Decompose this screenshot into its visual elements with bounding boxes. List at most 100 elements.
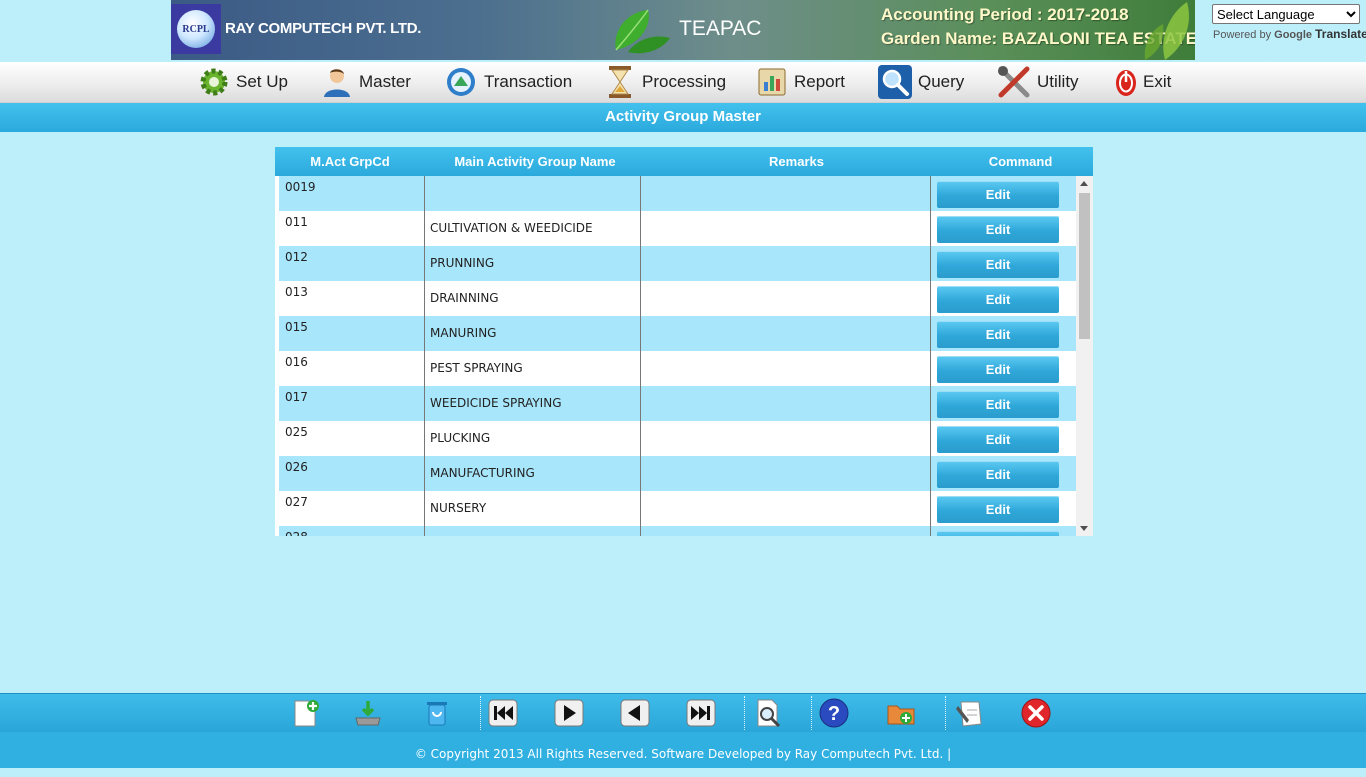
table-row: 013 DRAINNING Edit [279, 281, 1076, 317]
edit-button[interactable]: Edit [937, 391, 1059, 418]
cell-command: Edit [930, 491, 1076, 526]
company-logo: RCPL [171, 4, 221, 54]
cell-command: Edit [930, 281, 1076, 316]
powered-by-google: Powered by Google Translate [1213, 27, 1366, 41]
menu-label: Query [918, 72, 965, 91]
menu-setup[interactable]: Set Up [198, 62, 288, 102]
toolbar-separator [811, 696, 812, 730]
gear-icon [200, 68, 228, 96]
hourglass-icon [609, 66, 631, 98]
menu-query[interactable]: Query [878, 62, 964, 102]
menu-exit[interactable]: Exit [1115, 62, 1171, 102]
language-select[interactable]: Select Language [1212, 4, 1360, 24]
cell-activity-name [424, 526, 640, 536]
cell-remarks [640, 211, 930, 246]
company-name: RAY COMPUTECH PVT. LTD. [225, 20, 422, 37]
menu-transaction[interactable]: Transaction [444, 62, 572, 102]
grid-body: 0019 Edit 011 CULTIVATION & WEEDICIDE Edit 01… [279, 176, 1076, 536]
toolbar-separator [744, 696, 745, 730]
cell-remarks [640, 491, 930, 526]
table-row: 017 WEEDICIDE SPRAYING Edit [279, 386, 1076, 422]
cell-activity-code: 028 [279, 526, 424, 536]
header-banner: RCPL RAY COMPUTECH PVT. LTD. TEAPAC Acco… [171, 0, 1195, 60]
next-record-icon[interactable] [554, 698, 584, 728]
column-header-remarks: Remarks [769, 154, 824, 169]
cell-activity-code: 013 [285, 285, 308, 299]
edit-button[interactable]: Edit [937, 496, 1059, 523]
column-header-name: Main Activity Group Name [454, 154, 616, 169]
cell-remarks [640, 421, 930, 456]
tools-icon [998, 66, 1030, 98]
cell-remarks [640, 316, 930, 351]
new-icon[interactable] [291, 698, 321, 728]
find-icon[interactable] [753, 698, 783, 728]
footer-copyright: © Copyright 2013 All Rights Reserved. So… [0, 732, 1366, 768]
power-icon [1116, 70, 1136, 96]
transaction-icon [447, 68, 475, 96]
edit-button[interactable]: Edit [937, 251, 1059, 278]
edit-button[interactable]: Edit [937, 426, 1059, 453]
help-icon[interactable]: ? [819, 698, 849, 728]
translate-link[interactable]: Translate [1315, 27, 1366, 41]
cell-command: Edit [930, 386, 1076, 421]
add-folder-icon[interactable] [886, 698, 916, 728]
cell-activity-name: PEST SPRAYING [424, 351, 640, 386]
cell-command: Edit [930, 526, 1076, 536]
scroll-thumb[interactable] [1079, 193, 1090, 339]
last-record-icon[interactable] [686, 698, 716, 728]
menu-utility[interactable]: Utility [997, 62, 1079, 102]
edit-button[interactable]: Edit [937, 216, 1059, 243]
menu-label: Transaction [484, 72, 573, 91]
toolbar-separator [945, 696, 946, 730]
menu-label: Exit [1143, 72, 1172, 91]
menu-report[interactable]: Report [756, 62, 845, 102]
cell-activity-code: 025 [285, 425, 308, 439]
app-name: TEAPAC [679, 17, 762, 40]
cell-activity-name: CULTIVATION & WEEDICIDE [424, 211, 640, 246]
edit-button[interactable]: Edit [937, 356, 1059, 383]
edit-button[interactable]: Edit [937, 321, 1059, 348]
cell-activity-name: PLUCKING [424, 421, 640, 456]
activity-group-grid: M.Act GrpCd Main Activity Group Name Rem… [275, 147, 1093, 536]
cell-activity-name: PRUNNING [424, 246, 640, 281]
menu-label: Master [359, 72, 411, 91]
cell-command: Edit [930, 421, 1076, 456]
record-toolbar: ? [0, 693, 1366, 732]
save-icon[interactable] [353, 698, 383, 728]
cell-activity-code: 016 [285, 355, 308, 369]
close-icon[interactable] [1021, 698, 1051, 728]
delete-icon[interactable] [422, 698, 452, 728]
logo-badge: RCPL [177, 10, 215, 48]
cell-command: Edit [930, 176, 1076, 211]
cell-command: Edit [930, 351, 1076, 386]
scroll-up-arrow[interactable] [1080, 181, 1088, 186]
previous-record-icon[interactable] [620, 698, 650, 728]
menu-processing[interactable]: Processing [604, 62, 726, 102]
edit-button[interactable]: Edit [937, 461, 1059, 488]
cell-activity-code: 026 [285, 460, 308, 474]
cell-activity-name: MANURING [424, 316, 640, 351]
grid-scrollbar[interactable] [1076, 176, 1093, 536]
edit-button[interactable]: Edit [937, 286, 1059, 313]
cell-command: Edit [930, 211, 1076, 246]
tea-plant-icon [1144, 2, 1189, 60]
notes-icon[interactable] [955, 698, 985, 728]
edit-button[interactable]: Edit [937, 181, 1059, 208]
cell-activity-name: MANUFACTURING [424, 456, 640, 491]
svg-text:?: ? [828, 703, 840, 725]
cell-remarks [640, 456, 930, 491]
edit-button[interactable]: Edit [937, 531, 1059, 536]
user-icon [324, 69, 350, 97]
menu-master[interactable]: Master [321, 62, 411, 102]
tea-leaf-icon [615, 9, 670, 54]
scroll-down-arrow[interactable] [1080, 526, 1088, 531]
accounting-period: Accounting Period : 2017-2018 [881, 5, 1129, 24]
first-record-icon[interactable] [488, 698, 518, 728]
cell-remarks [640, 281, 930, 316]
cell-remarks [640, 386, 930, 421]
cell-remarks [640, 526, 930, 536]
menu-label: Utility [1037, 72, 1079, 91]
report-icon [758, 68, 786, 96]
cell-activity-name [424, 176, 640, 211]
page-title: Activity Group Master [0, 103, 1366, 132]
